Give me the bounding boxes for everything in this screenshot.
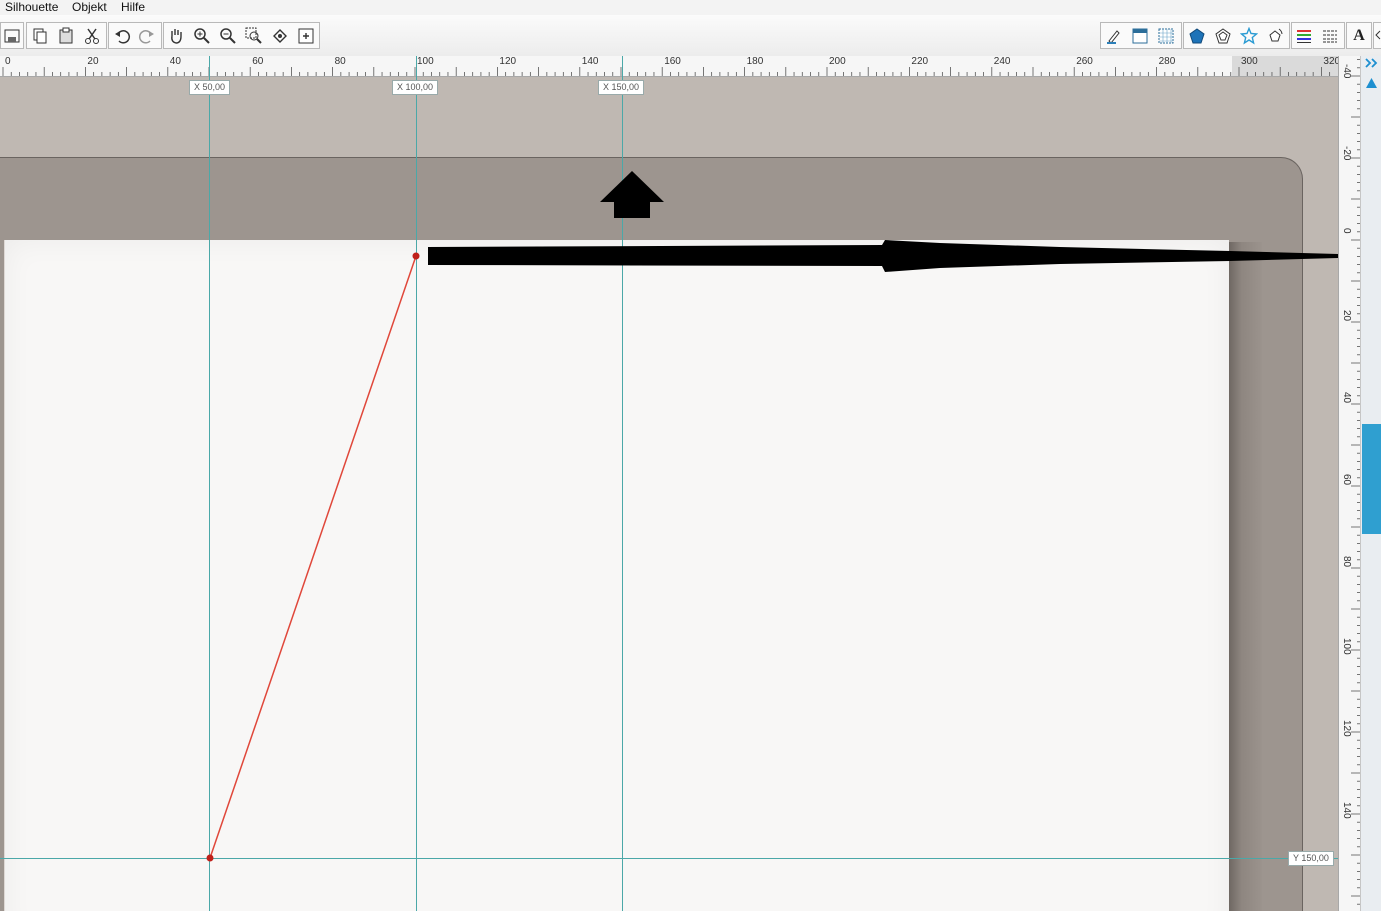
zoom-fit-button[interactable] bbox=[268, 23, 292, 48]
toolbar-group-page bbox=[1100, 22, 1182, 49]
shape-rotate-icon bbox=[1269, 28, 1283, 41]
ruler-label: 200 bbox=[829, 56, 846, 67]
ruler-label: 0 bbox=[5, 56, 11, 67]
ruler-label: 120 bbox=[1341, 720, 1352, 737]
ruler-label: 20 bbox=[87, 56, 99, 67]
grid-button[interactable] bbox=[1154, 23, 1178, 48]
ruler-label: 40 bbox=[1341, 392, 1352, 404]
menu-bar: Silhouette Objekt Hilfe bbox=[0, 0, 1381, 16]
zoom-page-button[interactable] bbox=[294, 23, 318, 48]
ruler-label: 120 bbox=[499, 56, 517, 67]
menu-objekt[interactable]: Objekt bbox=[72, 0, 107, 14]
ruler-label: 80 bbox=[334, 56, 346, 67]
zoom-fit-icon bbox=[273, 28, 287, 43]
ruler-label: 260 bbox=[1076, 56, 1093, 67]
save-button[interactable] bbox=[0, 23, 24, 48]
cut-icon bbox=[85, 28, 99, 44]
zoom-in-icon bbox=[194, 27, 210, 44]
undo-icon bbox=[115, 29, 131, 44]
toolbar-group-clipboard bbox=[26, 22, 107, 49]
design-canvas[interactable] bbox=[0, 77, 1338, 911]
zoom-in-button[interactable] bbox=[190, 23, 214, 48]
line-color-button[interactable] bbox=[1292, 23, 1316, 48]
redo-button[interactable] bbox=[135, 23, 159, 48]
fill-pentagon-button[interactable] bbox=[1185, 23, 1209, 48]
rotate-shape-button[interactable] bbox=[1263, 23, 1287, 48]
hand-pan-icon bbox=[171, 28, 182, 44]
pentagon-button[interactable] bbox=[1211, 23, 1235, 48]
line-style-button[interactable] bbox=[1318, 23, 1342, 48]
line-style-icon bbox=[1323, 30, 1337, 42]
copy-button[interactable] bbox=[28, 23, 52, 48]
toolbar-group-file bbox=[0, 22, 24, 49]
zoom-select-icon bbox=[245, 27, 262, 44]
page-setup-icon bbox=[1132, 28, 1148, 43]
mat-ruler-edge bbox=[1228, 242, 1262, 911]
paste-icon bbox=[59, 27, 73, 43]
menu-silhouette[interactable]: Silhouette bbox=[5, 0, 58, 14]
scroll-up-icon bbox=[1366, 78, 1377, 88]
grid-icon bbox=[1158, 28, 1174, 43]
toolbar: A bbox=[0, 15, 1381, 57]
scrollbar-thumb[interactable] bbox=[1362, 424, 1381, 534]
chevron-left-icon bbox=[1375, 30, 1381, 40]
zoom-out-button[interactable] bbox=[216, 23, 240, 48]
page-area[interactable] bbox=[4, 240, 1229, 911]
ruler-label: -40 bbox=[1341, 64, 1352, 79]
pan-button[interactable] bbox=[164, 23, 188, 48]
zoom-out-icon bbox=[220, 27, 236, 44]
toolbar-group-zoom bbox=[163, 22, 320, 49]
toolbar-group-lines bbox=[1291, 22, 1345, 49]
ruler-label: 240 bbox=[993, 56, 1011, 67]
ruler-label: 140 bbox=[581, 56, 599, 67]
pen-fill-button[interactable] bbox=[1102, 23, 1126, 48]
ruler-label: 20 bbox=[1341, 310, 1352, 322]
save-icon bbox=[4, 29, 20, 42]
ruler-label: 0 bbox=[1341, 228, 1352, 234]
ruler-label: 80 bbox=[1341, 556, 1352, 568]
text-tool-button[interactable]: A bbox=[1347, 23, 1371, 48]
line-color-icon bbox=[1297, 29, 1311, 43]
ruler-label: 220 bbox=[911, 56, 929, 67]
copy-icon bbox=[33, 28, 47, 43]
redo-icon bbox=[138, 29, 154, 44]
paste-button[interactable] bbox=[54, 23, 78, 48]
menu-hilfe[interactable]: Hilfe bbox=[121, 0, 145, 14]
cut-button[interactable] bbox=[80, 23, 104, 48]
ruler-label: 280 bbox=[1158, 56, 1176, 67]
star-button[interactable] bbox=[1237, 23, 1261, 48]
ruler-label: 60 bbox=[252, 56, 264, 67]
shape-star-icon bbox=[1240, 26, 1258, 45]
zoom-select-button[interactable] bbox=[242, 23, 266, 48]
ruler-label: 140 bbox=[1341, 802, 1352, 819]
toolbar-overflow[interactable] bbox=[1373, 22, 1381, 49]
undo-button[interactable] bbox=[110, 23, 134, 48]
ruler-label: 300 bbox=[1241, 56, 1258, 67]
ruler-label: 100 bbox=[417, 56, 434, 67]
ruler-label: -20 bbox=[1341, 146, 1352, 161]
ruler-label: 60 bbox=[1341, 474, 1352, 486]
ruler-label: 180 bbox=[746, 56, 764, 67]
ruler-label: 40 bbox=[169, 56, 181, 67]
ruler-label: 160 bbox=[664, 56, 681, 67]
shape-filled-pentagon-icon bbox=[1189, 27, 1205, 43]
horizontal-ruler[interactable]: 0 20 40 60 80 100 120 140 160 180 200 220 240 260 280 3… bbox=[0, 56, 1340, 77]
expand-panel-icon bbox=[1365, 58, 1378, 68]
page-setup-button[interactable] bbox=[1128, 23, 1152, 48]
toolbar-group-history bbox=[108, 22, 162, 49]
toolbar-group-shapes bbox=[1183, 22, 1290, 49]
vertical-ruler[interactable]: -40 -20 0 20 40 60 80 100 120 140 bbox=[1338, 56, 1361, 911]
shape-pentagon-icon bbox=[1215, 27, 1231, 43]
zoom-page-icon bbox=[298, 28, 314, 43]
toolbar-group-text: A bbox=[1346, 22, 1372, 49]
ruler-label: 100 bbox=[1341, 638, 1352, 655]
vertical-scrollbar[interactable] bbox=[1360, 56, 1381, 911]
pen-fill-icon bbox=[1107, 29, 1120, 44]
